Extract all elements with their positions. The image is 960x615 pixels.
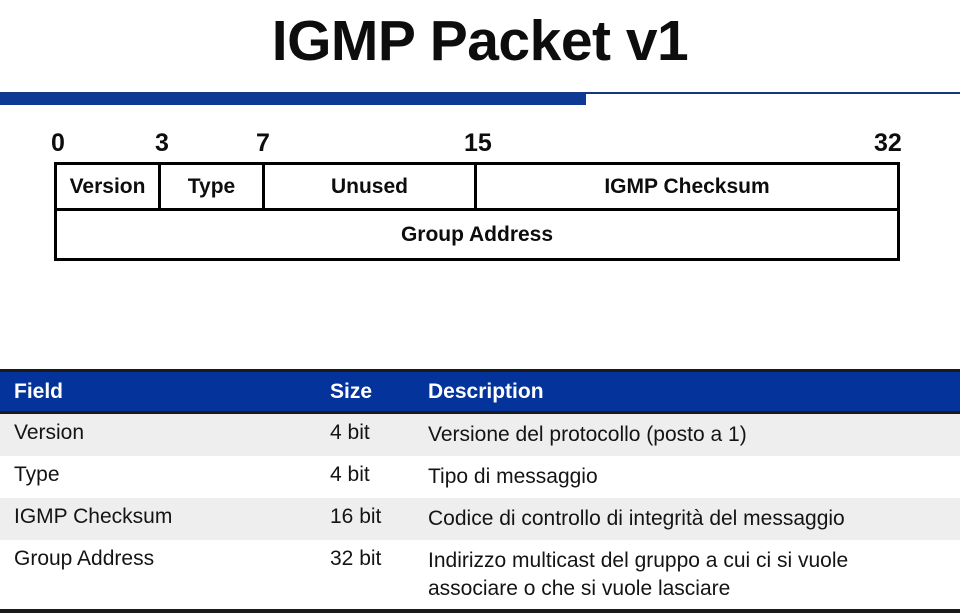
cell-field: Type [14, 463, 60, 486]
column-header-description: Description [428, 379, 544, 403]
cell-description: Versione del protocollo (posto a 1) [420, 421, 960, 449]
packet-field-grid: Version Type Unused IGMP Checksum Group … [54, 162, 900, 261]
cell-size: 4 bit [330, 463, 370, 486]
description-line: Versione del protocollo (posto a 1) [428, 423, 747, 446]
bit-tick-3: 3 [155, 129, 169, 157]
column-header-size: Size [330, 379, 373, 403]
divider-accent-bar [0, 93, 586, 105]
packet-cell-unused: Unused [265, 165, 477, 208]
title-divider [0, 92, 960, 106]
field-description-table: Field Size Description Version 4 bit Ver… [0, 369, 960, 613]
packet-row-header-word: Version Type Unused IGMP Checksum [54, 162, 900, 211]
description-line: Tipo di messaggio [428, 465, 598, 488]
packet-cell-type: Type [161, 165, 265, 208]
packet-cell-igmp-checksum: IGMP Checksum [477, 165, 897, 208]
packet-cell-group-address: Group Address [57, 211, 897, 258]
table-bottom-rule [0, 609, 960, 613]
cell-size: 16 bit [330, 505, 382, 528]
table-header-row: Field Size Description [0, 372, 960, 411]
cell-description: Indirizzo multicast del gruppo a cui ci … [420, 547, 960, 603]
cell-field: Version [14, 421, 85, 444]
bit-tick-7: 7 [256, 129, 270, 157]
table-row: Type 4 bit Tipo di messaggio [0, 456, 960, 498]
table-row: Version 4 bit Versione del protocollo (p… [0, 414, 960, 456]
packet-row-group-address: Group Address [54, 211, 900, 261]
packet-cell-version: Version [57, 165, 161, 208]
cell-size: 32 bit [330, 547, 382, 570]
column-header-field: Field [14, 379, 64, 403]
packet-diagram: 0 3 7 15 32 Version Type Unused IGMP Che… [51, 126, 902, 261]
cell-field: IGMP Checksum [14, 505, 173, 528]
bit-tick-32: 32 [874, 129, 902, 157]
table-row: IGMP Checksum 16 bit Codice di controllo… [0, 498, 960, 540]
cell-description: Tipo di messaggio [420, 463, 960, 491]
cell-field: Group Address [14, 547, 155, 570]
table-row: Group Address 32 bit Indirizzo multicast… [0, 540, 960, 607]
bit-tick-15: 15 [464, 129, 492, 157]
description-line: Codice di controllo di integrità del mes… [428, 507, 845, 530]
cell-size: 4 bit [330, 421, 370, 444]
cell-description: Codice di controllo di integrità del mes… [420, 505, 960, 533]
page-title: IGMP Packet v1 [271, 9, 689, 73]
description-line: associare o che si vuole lasciare [428, 576, 731, 600]
description-line: Indirizzo multicast del gruppo a cui ci … [428, 549, 849, 572]
bit-tick-0: 0 [51, 129, 65, 157]
bit-position-ruler: 0 3 7 15 32 [51, 126, 902, 162]
